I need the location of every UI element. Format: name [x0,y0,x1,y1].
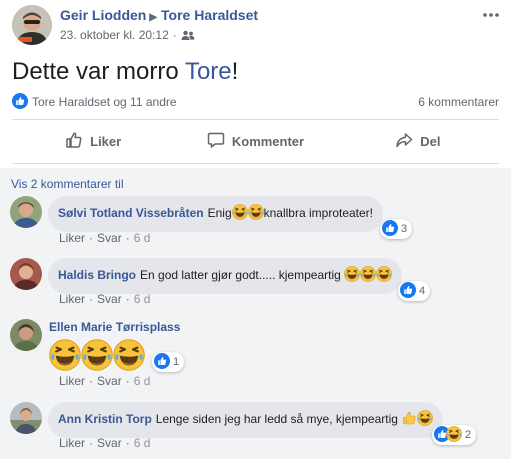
laughing-emoji-icon [247,203,264,224]
comment-reactions[interactable]: 1 [152,352,185,372]
post-text-end: ! [231,58,239,85]
laughing-emoji-icon [359,265,377,286]
comment-like-link[interactable]: Liker [59,436,85,450]
laughing-emoji-icon [48,338,82,376]
reaction-count: 3 [401,223,408,235]
share-button[interactable]: Del [337,122,499,160]
author-name[interactable]: Geir Liodden [60,7,146,23]
comment-bubble: Haldis Bringo En god latter gjør godt....… [48,258,403,294]
commenter-name[interactable]: Haldis Bringo [58,268,136,282]
laughing-emoji-icon [80,338,114,376]
comment-time[interactable]: 6 d [134,292,151,306]
comments-count[interactable]: 6 kommentarer [418,95,499,109]
commenter-avatar[interactable] [10,319,42,351]
friends-icon[interactable] [181,30,195,44]
view-more-comments-link[interactable]: Vis 2 kommentarer til [11,177,123,191]
laughing-emoji-icon [112,338,146,376]
more-options-icon[interactable] [481,8,501,20]
comment-actions: Liker · Svar · 6 d [59,231,151,245]
laughing-emoji-icon [231,203,248,224]
laughing-emoji-icon [375,265,393,286]
reactions-summary[interactable]: Tore Haraldset og 11 andre [12,93,177,112]
comment-text: Lenge siden jeg har ledd så mye, kjempea… [155,412,398,426]
commenter-avatar[interactable] [10,258,42,290]
comment-reply-link[interactable]: Svar [97,292,122,306]
commenter-name[interactable]: Ellen Marie Tørrisplass [49,320,180,334]
haha-reaction-icon [445,425,463,445]
divider [12,163,499,164]
post-timestamp[interactable]: 23. oktober kl. 20:12 [60,28,169,42]
reaction-count: 4 [419,285,426,297]
commenter-avatar[interactable] [10,402,42,434]
comment-bubble: Ann Kristin Torp Lenge siden jeg har ledd… [48,402,444,438]
like-reaction-icon [400,281,416,301]
like-button-label: Liker [90,133,122,149]
post-text: Dette var morro Tore! [12,58,238,86]
comment-time[interactable]: 6 d [134,436,151,450]
comment-actions: Liker · Svar · 6 d [59,436,151,450]
comment-bubble: Sølvi Totland Vissebråten Enig knallbra im… [48,196,384,232]
post-author-line: Geir Liodden ▶ Tore Haraldset [60,7,258,23]
post-meta: 23. oktober kl. 20:12 · [60,28,195,44]
comment-icon [207,131,225,152]
share-icon [395,131,413,152]
post-text-body: Dette var morro [12,58,185,85]
thumbs-up-icon [65,131,83,152]
laughing-emoji-icon [343,265,361,286]
reaction-count: 2 [465,429,472,441]
like-button[interactable]: Liker [12,122,174,160]
share-button-label: Del [420,133,441,149]
laughing-emoji-icon [417,409,434,430]
post-mention[interactable]: Tore [185,58,232,85]
thumbs-up-emoji-icon [401,410,417,430]
commenter-name[interactable]: Ann Kristin Torp [58,412,152,426]
reaction-count: 1 [173,356,180,368]
like-reaction-icon [12,93,28,112]
post-card: Geir Liodden ▶ Tore Haraldset 23. oktober … [0,0,511,459]
comment-button[interactable]: Kommenter [174,122,336,160]
comment-like-link[interactable]: Liker [59,374,85,388]
comment-reply-link[interactable]: Svar [97,436,122,450]
like-reaction-icon [154,352,170,372]
post-actions: Liker Kommenter Del [12,122,499,160]
comment-like-link[interactable]: Liker [59,292,85,306]
target-name[interactable]: Tore Haraldset [161,7,258,23]
arrow-right-icon: ▶ [149,12,158,23]
commenter-avatar[interactable] [10,196,42,228]
comment-reactions[interactable]: 3 [380,219,413,239]
author-avatar[interactable] [12,5,52,45]
comment-time[interactable]: 6 d [134,231,151,245]
comment-text: Enig [207,206,232,220]
comment-button-label: Kommenter [231,133,305,149]
comment-reactions[interactable]: 4 [398,281,431,301]
separator-dot: · [172,28,177,42]
comment-reply-link[interactable]: Svar [97,374,122,388]
comment-actions: Liker · Svar · 6 d [59,374,151,388]
comment-text: En god latter gjør godt..... kjempeartig [140,268,341,282]
comment-text: knallbra improteater! [263,206,374,220]
comment-actions: Liker · Svar · 6 d [59,292,151,306]
divider [12,119,499,120]
comment-time[interactable]: 6 d [134,374,151,388]
reactions-summary-text: Tore Haraldset og 11 andre [32,95,177,109]
commenter-name[interactable]: Sølvi Totland Vissebråten [58,206,204,220]
comment-reply-link[interactable]: Svar [97,231,122,245]
comment-like-link[interactable]: Liker [59,231,85,245]
comment-emoji-row [48,338,146,376]
like-reaction-icon [382,219,398,239]
comment-reactions[interactable]: 2 [432,425,477,445]
